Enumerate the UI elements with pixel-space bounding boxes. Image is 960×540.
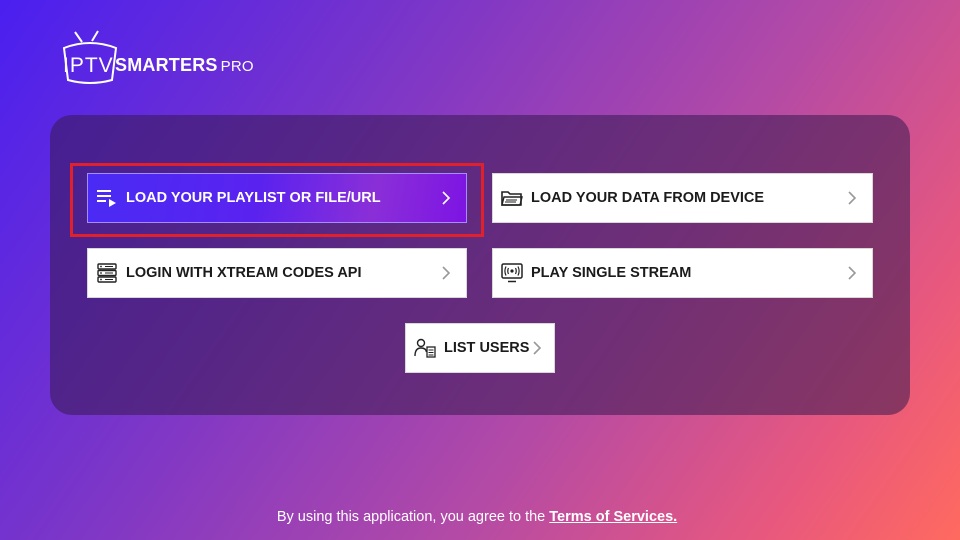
users-list-icon	[414, 337, 436, 359]
chevron-right-icon	[842, 265, 862, 281]
broadcast-tv-icon	[501, 262, 523, 284]
load-playlist-button[interactable]: LOAD YOUR PLAYLIST OR FILE/URL	[87, 173, 467, 223]
terms-of-services-link[interactable]: Terms of Services.	[549, 509, 677, 525]
login-xtream-label: LOGIN WITH XTREAM CODES API	[126, 265, 362, 281]
logo-iptv-text: IPTV	[63, 54, 114, 77]
folder-icon	[501, 187, 523, 209]
chevron-right-icon	[529, 340, 544, 356]
chevron-right-icon	[436, 190, 456, 206]
list-users-label: LIST USERS	[444, 340, 530, 356]
list-users-button[interactable]: LIST USERS	[405, 323, 555, 373]
terms-text: By using this application, you agree to …	[276, 509, 546, 525]
load-device-data-button[interactable]: LOAD YOUR DATA FROM DEVICE	[492, 173, 873, 223]
chevron-right-icon	[436, 265, 456, 281]
logo-smarters-text: SMARTERS PRO	[115, 55, 254, 75]
play-single-stream-button[interactable]: PLAY SINGLE STREAM	[492, 248, 873, 298]
load-playlist-label: LOAD YOUR PLAYLIST OR FILE/URL	[126, 190, 381, 206]
login-xtream-button[interactable]: LOGIN WITH XTREAM CODES API	[87, 248, 467, 298]
load-device-data-label: LOAD YOUR DATA FROM DEVICE	[531, 190, 765, 206]
logo-pro-text: PRO	[220, 58, 254, 75]
chevron-right-icon	[842, 190, 862, 206]
play-single-stream-label: PLAY SINGLE STREAM	[531, 265, 692, 281]
app-logo: IPTV SMARTERS PRO	[60, 30, 260, 86]
playlist-icon	[96, 187, 118, 209]
terms-footer: By using this application, you agree to …	[0, 509, 954, 525]
server-icon	[96, 262, 118, 284]
